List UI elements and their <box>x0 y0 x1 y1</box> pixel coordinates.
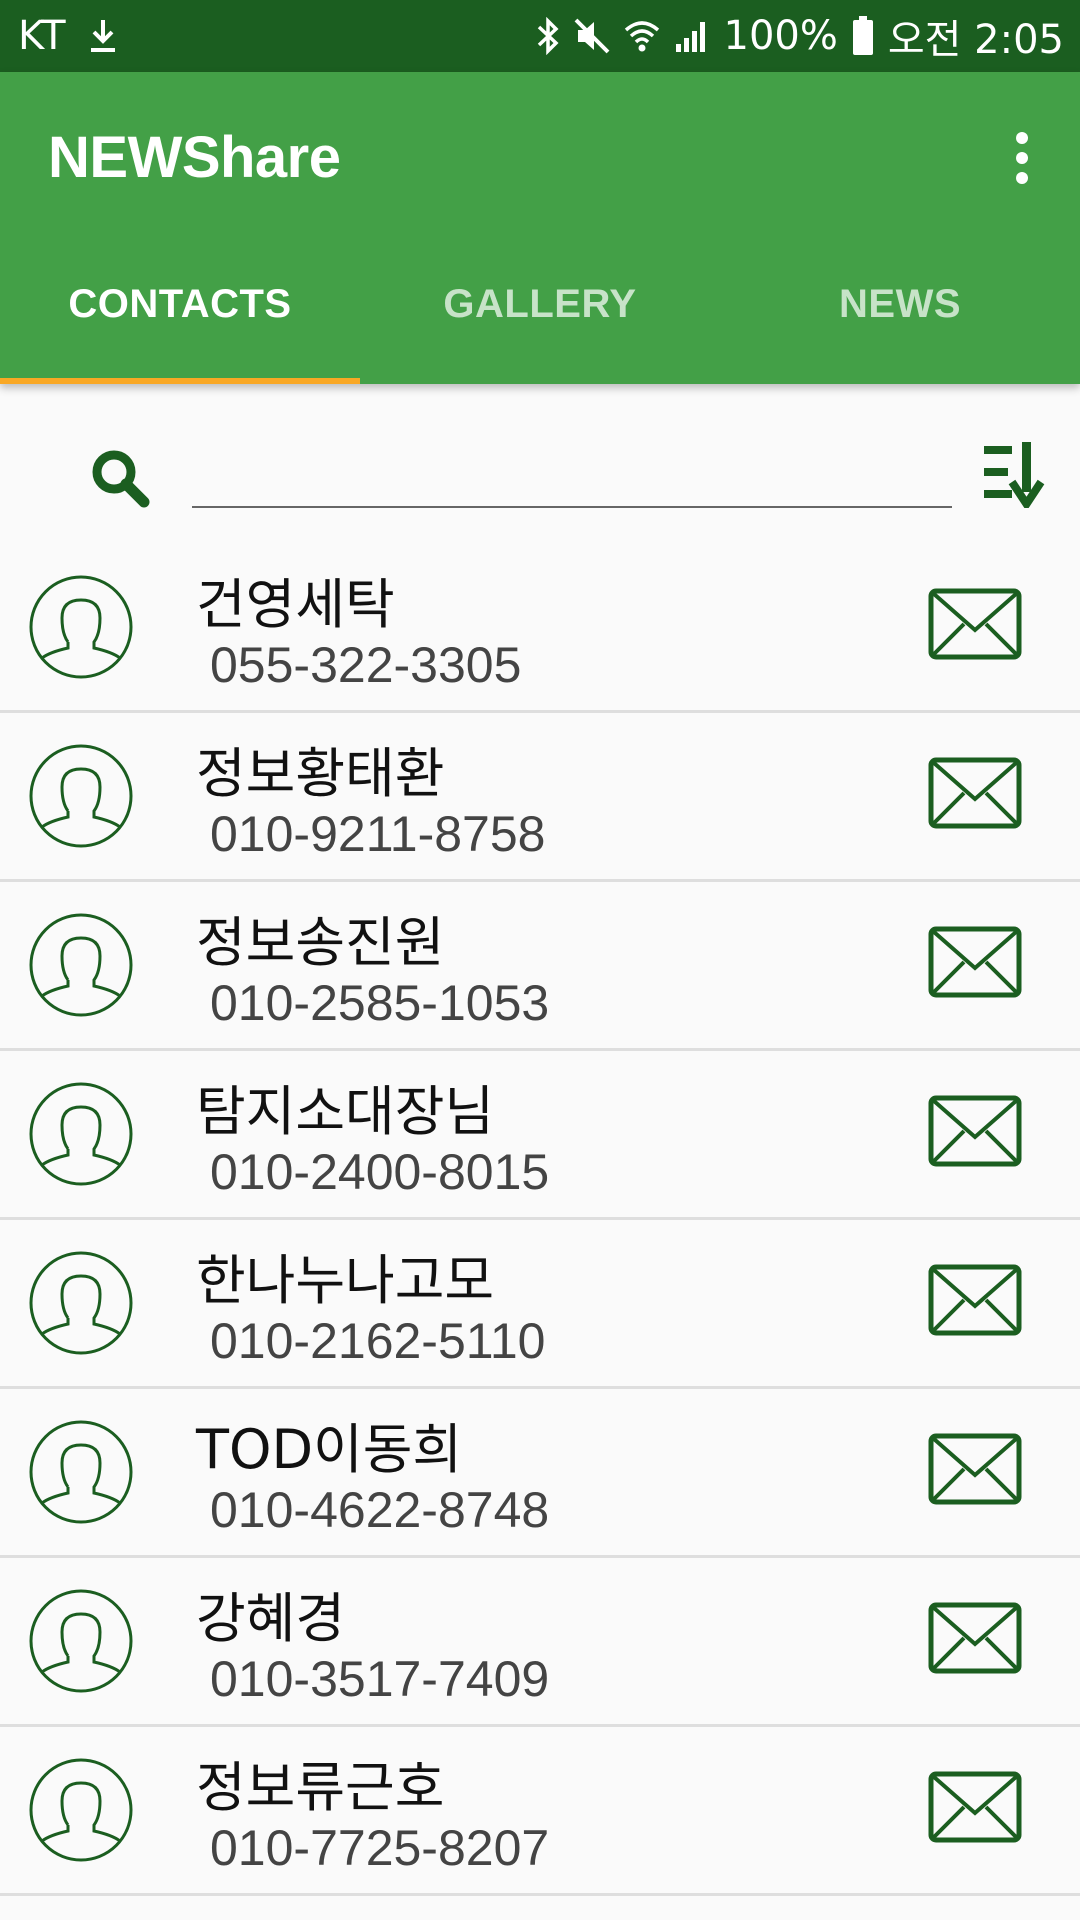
sort-icon[interactable] <box>980 440 1056 512</box>
contact-row[interactable]: 탐지소대장님 010-2400-8015 <box>0 1051 1080 1220</box>
search-icon[interactable] <box>88 446 152 514</box>
avatar-icon <box>28 743 134 849</box>
contact-phone: 055-322-3305 <box>210 637 522 693</box>
contact-row[interactable]: 정보류근호 010-7725-8207 <box>0 1727 1080 1896</box>
contact-list[interactable]: 건영세탁 055-322-3305 정보황태환 010-9211-8758 정보… <box>0 544 1080 1920</box>
search-input[interactable] <box>192 464 952 508</box>
contact-row[interactable]: 건영세탁 055-322-3305 <box>0 544 1080 713</box>
contact-row[interactable]: TOD이동희 010-4622-8748 <box>0 1389 1080 1558</box>
status-bar: KT 100% 오전 2:05 <box>0 0 1080 72</box>
contact-phone: 010-2585-1053 <box>210 975 550 1031</box>
bluetooth-icon <box>536 17 560 55</box>
mail-icon[interactable] <box>928 1095 1022 1167</box>
app-title: NEWShare <box>48 125 341 190</box>
avatar-icon <box>28 912 134 1018</box>
tab-gallery[interactable]: GALLERY <box>360 224 720 384</box>
overflow-menu-icon[interactable] <box>1010 130 1034 186</box>
contact-name: 탐지소대장님 <box>196 1080 495 1143</box>
contact-row[interactable]: 한나누나고모 010-2162-5110 <box>0 1220 1080 1389</box>
carrier-label: KT <box>18 13 66 59</box>
wifi-icon <box>624 18 660 54</box>
contact-phone: 010-3517-7409 <box>210 1651 550 1707</box>
contact-phone: 010-9211-8758 <box>210 806 546 862</box>
contact-phone: 010-2400-8015 <box>210 1144 550 1200</box>
tab-news[interactable]: NEWS <box>720 224 1080 384</box>
contact-name: 한나누나고모 <box>196 1249 495 1312</box>
battery-percent: 100% <box>723 13 838 59</box>
mail-icon[interactable] <box>928 588 1022 660</box>
tab-contacts[interactable]: CONTACTS <box>0 224 360 384</box>
clock: 오전 2:05 <box>887 17 1064 63</box>
avatar-icon <box>28 574 134 680</box>
battery-icon <box>852 16 874 56</box>
avatar-icon <box>28 1588 134 1694</box>
avatar-icon <box>28 1081 134 1187</box>
contact-name: 강혜경 <box>196 1587 346 1650</box>
contact-name: 정보송진원 <box>196 911 445 974</box>
avatar-icon <box>28 1250 134 1356</box>
contact-name: 정보류근호 <box>196 1756 445 1819</box>
mail-icon[interactable] <box>928 926 1022 998</box>
contact-name: TOD이동희 <box>196 1418 463 1481</box>
contact-phone: 010-7725-8207 <box>210 1820 550 1876</box>
contact-phone: 010-4622-8748 <box>210 1482 550 1538</box>
mail-icon[interactable] <box>928 1433 1022 1505</box>
mute-icon <box>574 18 610 54</box>
contact-row[interactable]: 정보황태환 010-9211-8758 <box>0 713 1080 882</box>
mail-icon[interactable] <box>928 1771 1022 1843</box>
tab-bar: CONTACTS GALLERY NEWS <box>0 224 1080 384</box>
mail-icon[interactable] <box>928 757 1022 829</box>
contact-name: 정보황태환 <box>196 742 445 805</box>
contact-row[interactable]: 강혜경 010-3517-7409 <box>0 1558 1080 1727</box>
mail-icon[interactable] <box>928 1264 1022 1336</box>
contact-name: 건영세탁 <box>196 573 395 636</box>
contact-row[interactable]: 정보송진원 010-2585-1053 <box>0 882 1080 1051</box>
app-bar: NEWShare CONTACTS GALLERY NEWS <box>0 72 1080 384</box>
signal-icon <box>674 18 710 54</box>
download-icon <box>88 18 118 54</box>
avatar-icon <box>28 1419 134 1525</box>
contact-phone: 010-2162-5110 <box>210 1313 546 1369</box>
mail-icon[interactable] <box>928 1602 1022 1674</box>
avatar-icon <box>28 1757 134 1863</box>
search-row <box>0 384 1080 544</box>
